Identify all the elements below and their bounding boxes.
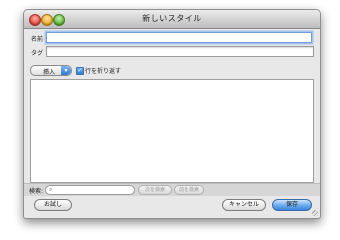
insert-popup-button[interactable]: 挿入 ▾: [30, 65, 72, 76]
search-icon: ⌕: [49, 186, 53, 193]
search-bar: 検索: ⌕ 次を検索 前を検索: [24, 183, 320, 196]
name-field[interactable]: [46, 32, 312, 43]
save-button[interactable]: 保存: [272, 199, 312, 211]
find-previous-button[interactable]: 前を検索: [174, 185, 204, 195]
style-editor-textarea[interactable]: [30, 79, 314, 183]
search-field[interactable]: ⌕: [45, 185, 135, 195]
tag-label: タグ: [31, 50, 44, 57]
window-title: 新しいスタイル: [142, 14, 202, 23]
tag-field[interactable]: [46, 46, 314, 57]
find-next-button[interactable]: 次を検索: [138, 185, 172, 195]
chevron-down-icon: ▾: [61, 66, 71, 75]
new-style-window: 新しいスタイル 名前 タグ 挿入 ▾ ✓ 行を折り返す 検索: ⌕ 次を検索 前…: [23, 9, 321, 219]
search-label: 検索:: [29, 188, 44, 195]
wrap-lines-checkbox[interactable]: ✓: [76, 67, 84, 75]
wrap-lines-label: 行を折り返す: [85, 68, 122, 75]
insert-popup-label: 挿入: [43, 69, 56, 76]
resize-grip-icon[interactable]: [312, 210, 318, 216]
cancel-button[interactable]: キャンセル: [222, 199, 266, 211]
name-label: 名前: [31, 36, 44, 43]
title-bar[interactable]: 新しいスタイル: [24, 10, 320, 29]
try-button[interactable]: お試し: [34, 199, 72, 211]
